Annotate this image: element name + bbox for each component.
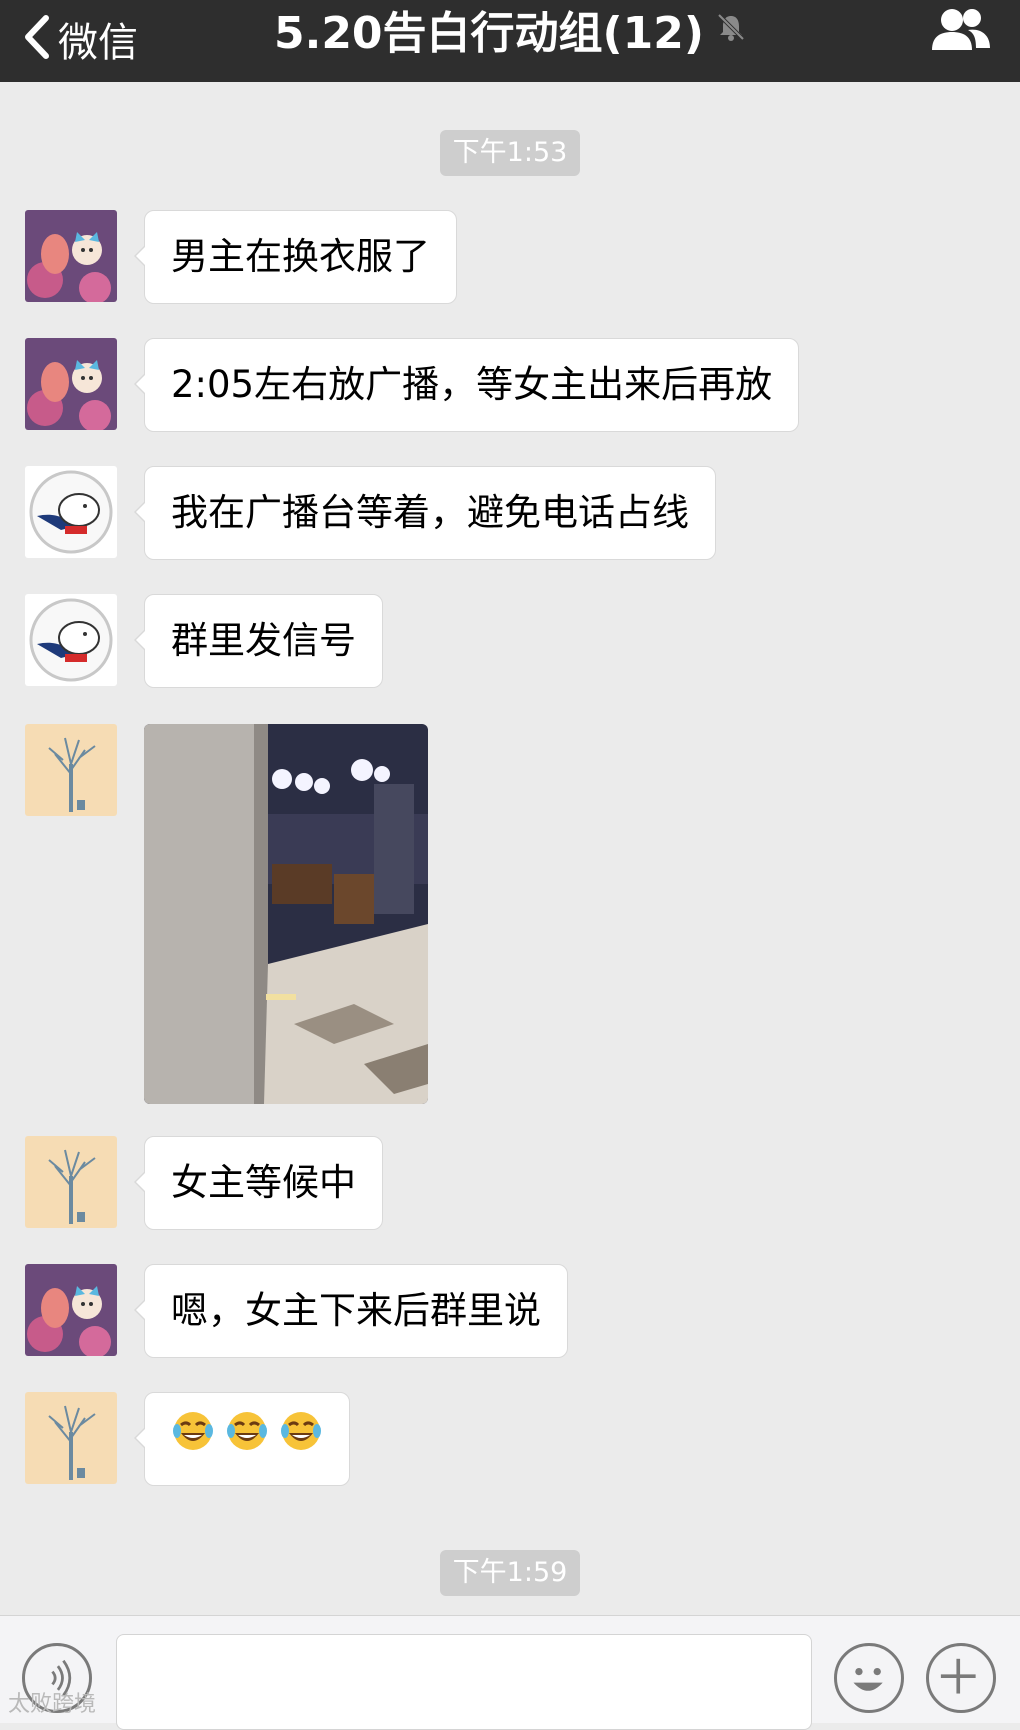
avatar-tree[interactable] [25, 1392, 117, 1484]
avatar-tree[interactable] [25, 1136, 117, 1228]
timestamp: 下午1:59 [440, 1550, 580, 1596]
message-bubble[interactable] [134, 1392, 350, 1487]
avatar-tree[interactable] [25, 724, 117, 816]
group-members-icon [928, 9, 992, 58]
avatar-flamingo[interactable] [25, 338, 117, 430]
tears-of-joy-icon [279, 1395, 323, 1487]
message-list[interactable]: 下午1:53 男主在换衣服了 2:05左右放广播，等女主出来后再放 我在广播台等… [0, 82, 1020, 1615]
group-info-button[interactable] [928, 6, 992, 58]
message-input[interactable] [116, 1634, 812, 1730]
avatar-flamingo[interactable] [25, 210, 117, 302]
input-bar [0, 1615, 1020, 1730]
emoji-button[interactable] [834, 1643, 904, 1713]
avatar-bear[interactable] [25, 466, 117, 558]
plus-icon [929, 1658, 993, 1714]
chat-title: 5.20告白行动组(12) [273, 8, 704, 59]
tears-of-joy-icon [171, 1395, 215, 1487]
watermark: 太败跨境 [8, 1692, 97, 1717]
message-image[interactable] [144, 724, 428, 1104]
more-button[interactable] [926, 1643, 996, 1713]
avatar-bear[interactable] [25, 594, 117, 686]
chat-title-area: 5.20告白行动组(12) [0, 0, 1020, 59]
timestamp: 下午1:53 [440, 130, 580, 176]
message-bubble[interactable]: 我在广播台等着，避免电话占线 [134, 466, 716, 560]
message-bubble[interactable]: 嗯，女主下来后群里说 [134, 1264, 568, 1358]
tears-of-joy-icon [225, 1395, 269, 1487]
avatar-flamingo[interactable] [25, 1264, 117, 1356]
message-bubble[interactable]: 女主等候中 [134, 1136, 383, 1230]
mute-bell-icon [716, 12, 746, 46]
message-bubble[interactable]: 男主在换衣服了 [134, 210, 457, 304]
message-bubble[interactable]: 2:05左右放广播，等女主出来后再放 [133, 338, 800, 432]
message-bubble[interactable]: 群里发信号 [134, 594, 383, 688]
nav-bar: 微信 5.20告白行动组(12) [0, 0, 1020, 82]
emoji-icon [837, 1667, 901, 1714]
